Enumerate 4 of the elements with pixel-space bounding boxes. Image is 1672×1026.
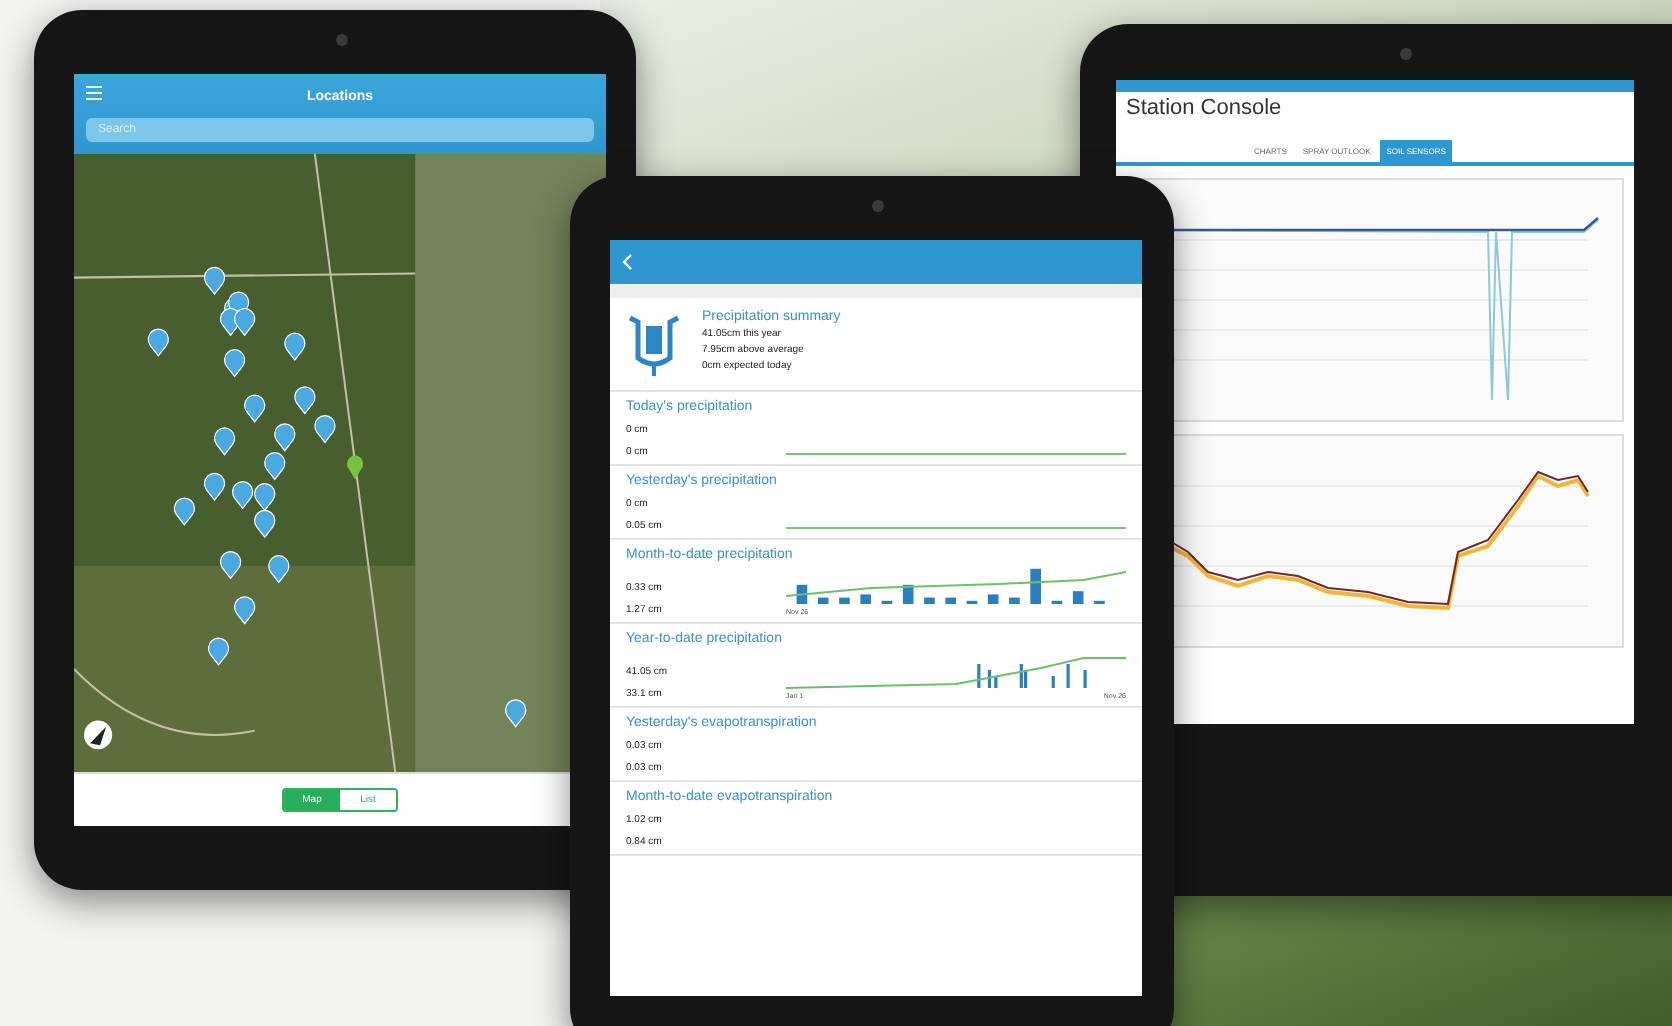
rain-gauge-icon	[626, 310, 682, 378]
page-title: Station Console	[1124, 94, 1284, 124]
back-icon[interactable]	[622, 254, 632, 270]
menu-icon[interactable]	[86, 86, 102, 100]
